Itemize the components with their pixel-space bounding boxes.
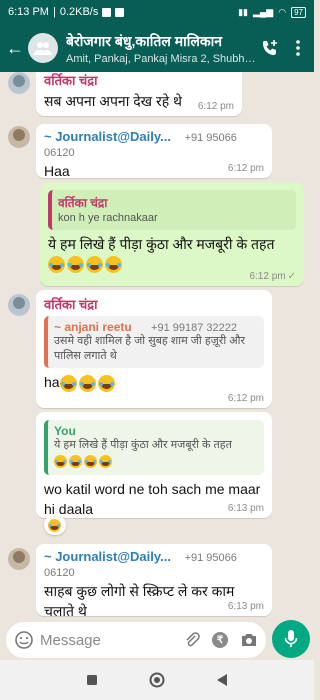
quoted-text: kon h ye rachnakaar <box>58 212 158 224</box>
laughing-crying-emoji-icon <box>47 518 61 532</box>
message-time: 6:12 pm <box>197 101 234 112</box>
chat-title-area[interactable]: बेरोजगार बंधु,कातिल मालिकान Amit, Pankaj… <box>66 32 256 65</box>
system-nav-bar <box>0 660 314 700</box>
laughing-crying-emoji-icon <box>105 256 122 274</box>
sender-name: ~ Journalist@Daily... +91 95066 06120 <box>44 549 237 579</box>
laughing-crying-emoji-icon <box>69 455 82 469</box>
quoted-sender: वर्तिका चंद्रा <box>58 196 108 210</box>
recent-apps-icon[interactable] <box>85 673 99 687</box>
quoted-phone: +91 99187 32222 <box>151 322 237 334</box>
quoted-emoji-row <box>54 453 258 471</box>
quoted-text: उसमे वही शामिल है जो सुबह शाम जी हज़ूरी … <box>54 335 245 362</box>
laughing-crying-emoji-icon <box>84 455 97 469</box>
microphone-icon <box>284 630 298 647</box>
reaction-badge[interactable] <box>44 515 66 535</box>
message-time: 6:12 pm ✓ <box>249 271 296 282</box>
notification-icon <box>102 7 112 17</box>
group-icon <box>34 42 52 55</box>
status-time: 6:13 PM <box>8 6 49 18</box>
back-arrow-icon[interactable]: ← <box>4 38 26 59</box>
message-input-container[interactable]: ₹ <box>6 622 266 658</box>
message-composer: ₹ <box>0 620 314 660</box>
sender-name: वर्तिका चंद्रा <box>44 297 98 312</box>
signal-icon: ▂▄▆ <box>253 6 274 17</box>
sender-name: ~ Journalist@Daily... +91 95066 06120 <box>44 129 237 159</box>
participants-list: Amit, Pankaj, Pankaj Misra 2, Shubh L... <box>66 52 256 65</box>
quoted-message[interactable]: ~ anjani reetu +91 99187 32222 उसमे वही … <box>44 316 264 368</box>
voice-record-button[interactable] <box>272 620 310 658</box>
volte-icon: ▮▮ <box>238 6 248 17</box>
message-input[interactable] <box>40 631 160 649</box>
message-bubble[interactable]: वर्तिका चंद्रा सब अपना अपना देख रहे थे 6… <box>36 72 242 116</box>
back-triangle-icon[interactable] <box>215 673 229 687</box>
message-bubble[interactable]: ~ Journalist@Daily... +91 95066 06120 सा… <box>36 544 272 619</box>
status-bar: 6:13 PM | 0.2KB/s ▮▮ ▂▄▆ ◠ 97 <box>0 0 314 24</box>
laughing-crying-emoji-icon <box>86 256 103 274</box>
message-text: ha <box>44 374 60 390</box>
outgoing-message-bubble[interactable]: वर्तिका चंद्रा kon h ye rachnakaar ये हम… <box>40 182 304 286</box>
group-name: बेरोजगार बंधु,कातिल मालिकान <box>66 32 222 49</box>
sender-name: वर्तिका चंद्रा <box>44 73 98 88</box>
avatar[interactable] <box>8 72 30 94</box>
quoted-message[interactable]: You ये हम लिखे हैं पीड़ा कुंठा और मजबूरी… <box>44 420 264 475</box>
laughing-crying-emoji-icon <box>54 455 67 469</box>
more-options-icon[interactable] <box>284 39 312 57</box>
message-line: ha <box>44 372 264 392</box>
read-tick-icon: ✓ <box>287 271 296 282</box>
quoted-message[interactable]: वर्तिका चंद्रा kon h ye rachnakaar <box>48 190 296 230</box>
camera-icon[interactable] <box>240 632 258 648</box>
quoted-sender: You <box>54 424 76 438</box>
laughing-crying-emoji-icon <box>97 374 115 392</box>
chat-area[interactable]: वर्तिका चंद्रा सब अपना अपना देख रहे थे 6… <box>0 72 314 620</box>
avatar[interactable] <box>8 126 30 148</box>
add-call-icon[interactable] <box>256 39 284 57</box>
group-avatar[interactable] <box>28 33 58 63</box>
network-speed: 0.2KB/s <box>59 6 99 18</box>
laughing-crying-emoji-icon <box>78 374 96 392</box>
message-text: ये हम लिखे हैं पीड़ा कुंठा और मजबूरी के … <box>48 236 275 252</box>
chat-header[interactable]: ← बेरोजगार बंधु,कातिल मालिकान Amit, Pank… <box>0 24 314 72</box>
laughing-crying-emoji-icon <box>67 256 84 274</box>
quoted-text: ये हम लिखे हैं पीड़ा कुंठा और मजबूरी के … <box>54 439 232 451</box>
avatar[interactable] <box>8 294 30 316</box>
laughing-crying-emoji-icon <box>59 374 77 392</box>
battery-icon: 97 <box>291 6 306 18</box>
laughing-crying-emoji-icon <box>99 455 112 469</box>
avatar[interactable] <box>8 548 30 570</box>
attach-icon[interactable] <box>184 632 200 648</box>
message-time: 6:12 pm <box>227 163 264 174</box>
home-icon[interactable] <box>149 672 165 688</box>
wifi-icon: ◠ <box>278 6 287 17</box>
message-time: 6:13 pm <box>227 601 264 612</box>
message-time: 6:13 pm <box>227 503 264 514</box>
message-bubble[interactable]: ~ Journalist@Daily... +91 95066 06120 Ha… <box>36 124 272 179</box>
message-bubble[interactable]: You ये हम लिखे हैं पीड़ा कुंठा और मजबूरी… <box>36 412 272 518</box>
message-notification-icon <box>115 7 125 17</box>
laughing-crying-emoji-icon <box>48 256 65 274</box>
quoted-sender: ~ anjani reetu +91 99187 32222 <box>54 320 237 334</box>
message-bubble[interactable]: वर्तिका चंद्रा ~ anjani reetu +91 99187 … <box>36 290 272 408</box>
message-time: 6:12 pm <box>227 393 264 404</box>
payment-icon[interactable]: ₹ <box>212 632 228 648</box>
emoji-icon[interactable] <box>14 630 34 650</box>
